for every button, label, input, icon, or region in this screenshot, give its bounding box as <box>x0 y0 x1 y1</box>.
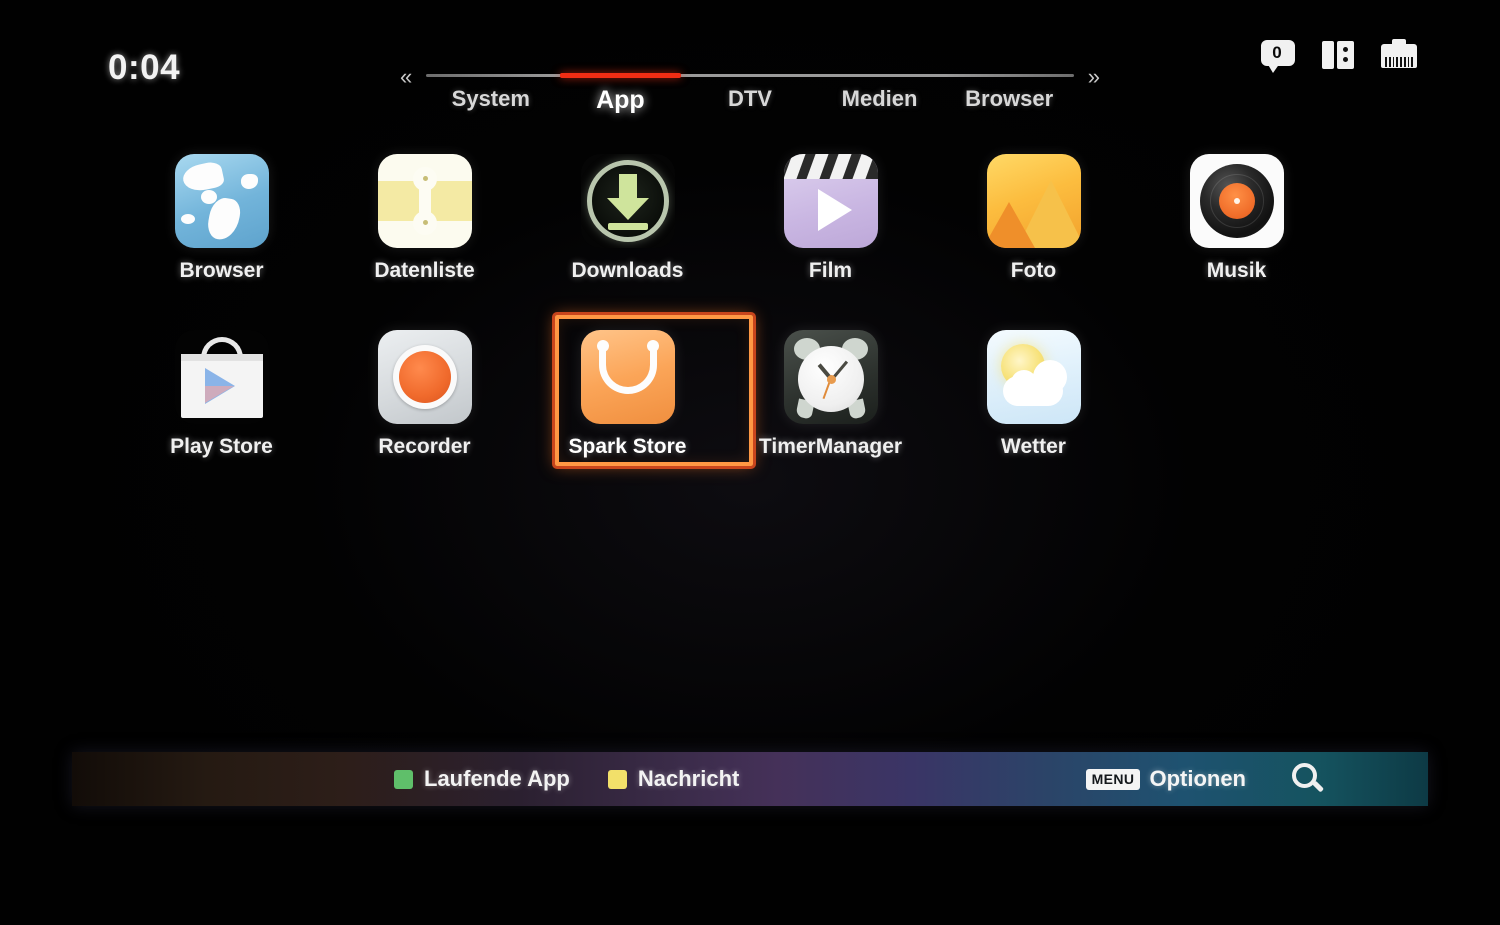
app-label: Musik <box>1206 259 1267 282</box>
download-arrow-icon <box>580 154 675 248</box>
tab-medien[interactable]: Medien <box>815 84 945 115</box>
photo-mountains-icon <box>986 154 1081 248</box>
legend-swatch-green <box>394 769 413 789</box>
app-label: Datenliste <box>374 259 475 282</box>
app-label: Spark Store <box>568 435 687 458</box>
app-tile-browser[interactable]: Browser <box>120 148 323 300</box>
ethernet-icon[interactable] <box>1380 38 1418 74</box>
tab-browser[interactable]: Browser <box>944 84 1074 115</box>
legend-group: Laufende App Nachricht <box>394 766 739 792</box>
tab-label-row: System App DTV Medien Browser <box>426 84 1074 115</box>
menu-options-button[interactable]: MENU Optionen <box>1085 766 1246 792</box>
status-bar-actions: MENU Optionen <box>1085 762 1325 796</box>
tab-track <box>426 74 1074 77</box>
status-icon-tray: 0 <box>1260 38 1418 74</box>
clapperboard-play-icon <box>783 154 878 248</box>
app-label: TimerManager <box>758 435 903 458</box>
app-tile-spark-store[interactable]: Spark Store <box>526 312 756 476</box>
app-label: Film <box>808 259 853 282</box>
sun-cloud-icon <box>986 330 1081 424</box>
shopping-bag-play-icon <box>174 330 269 424</box>
ethernet-pins <box>1385 57 1413 67</box>
tab-app[interactable]: App <box>556 84 686 115</box>
app-tile-wetter[interactable]: Wetter <box>932 324 1135 476</box>
app-row: Play Store Recorder Spark Store TimerManage… <box>120 312 1390 476</box>
legend-item-message: Nachricht <box>607 766 740 792</box>
usb-right-block <box>1337 41 1354 69</box>
menu-key-badge: MENU <box>1085 768 1141 790</box>
alarm-clock-icon <box>783 330 878 424</box>
search-handle <box>1311 780 1325 793</box>
app-tile-datenliste[interactable]: Datenliste <box>323 148 526 300</box>
app-tile-timermanager[interactable]: TimerManager <box>729 324 932 476</box>
app-tile-play-store[interactable]: Play Store <box>120 324 323 476</box>
usb-dot-bottom <box>1343 57 1348 62</box>
legend-label-message: Nachricht <box>637 766 740 791</box>
usb-dot-top <box>1343 47 1348 52</box>
file-list-icon <box>377 154 472 248</box>
app-tile-musik[interactable]: Musik <box>1135 148 1338 300</box>
legend-swatch-yellow <box>607 769 627 789</box>
chevron-left-icon[interactable]: « <box>400 66 412 88</box>
app-label: Downloads <box>571 259 684 282</box>
app-label: Browser <box>179 259 264 282</box>
vinyl-record-icon <box>1189 154 1284 248</box>
app-label: Play Store <box>170 435 273 458</box>
app-label: Wetter <box>1001 435 1066 458</box>
tab-system[interactable]: System <box>426 84 556 115</box>
chevron-right-icon[interactable]: » <box>1088 66 1100 88</box>
clock: 0:04 <box>108 48 181 87</box>
app-grid: Browser Datenliste Downloads Film Foto Musik P… <box>120 148 1390 500</box>
bottom-status-bar: Laufende App Nachricht MENU Optionen <box>72 752 1428 806</box>
spark-bag-icon <box>580 330 675 424</box>
message-icon[interactable]: 0 <box>1260 38 1298 74</box>
app-row: Browser Datenliste Downloads Film Foto Musik <box>120 148 1390 300</box>
app-label: Recorder <box>378 435 471 458</box>
app-tile-foto[interactable]: Foto <box>932 148 1135 300</box>
tv-launcher-screen: 0:04 0 « » SystemAppDTVMedienBrowser <box>0 0 1500 925</box>
legend-label-running-app: Laufende App <box>424 766 570 791</box>
record-button-icon <box>377 330 472 424</box>
category-tabs: « » System App DTV Medien Browser <box>400 62 1100 124</box>
menu-options-label: Optionen <box>1149 766 1246 791</box>
message-count: 0 <box>1272 43 1282 62</box>
legend-item-running-app: Laufende App <box>394 766 570 792</box>
app-tile-downloads[interactable]: Downloads <box>526 148 729 300</box>
usb-left-block <box>1322 41 1334 69</box>
tab-active-indicator <box>559 73 682 78</box>
app-label: Foto <box>1010 259 1057 282</box>
search-icon[interactable] <box>1290 762 1325 796</box>
app-tile-recorder[interactable]: Recorder <box>323 324 526 476</box>
tab-dtv[interactable]: DTV <box>685 84 815 115</box>
app-tile-film[interactable]: Film <box>729 148 932 300</box>
usb-storage-icon[interactable] <box>1320 38 1358 74</box>
globe-icon <box>174 154 269 248</box>
